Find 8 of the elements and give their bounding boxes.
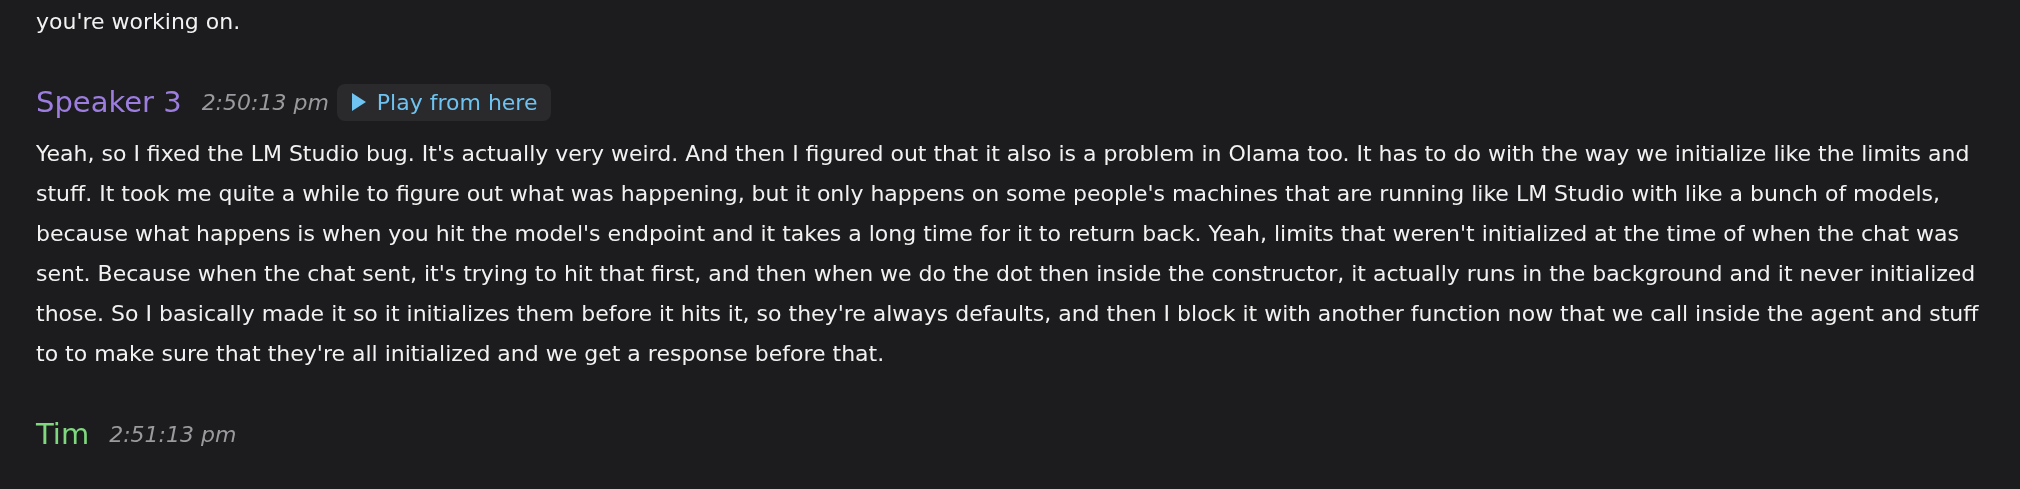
transcript-text: Yeah, so I fixed the LM Studio bug. It's actually very weird. And then I figured out that it also is a problem in Olama too. It has to do with the way we initialize like the limits and stuff. It took me quite a while to figure out what was happening, but it only happens on some people's machines that are running like LM Studio with like a bunch of models, because what happens is when you hit the model's endpoint and it takes a long time for it to return back. Yeah, limits that weren't initialized at the time of when the chat was sent. Because when the chat sent, it's trying to hit that first, and then when we do the dot then inside the constructor, it actually runs in the background and it never initialized those. So I basically made it so it initializes them before it hits it, so they're always defaults, and then I block it with another function now that we call inside the agent and stuff to to make sure that they're all initialized and we get a response before that.	[36, 140, 1980, 368]
timestamp: 2:51:13 pm	[109, 421, 237, 447]
speaker-name: Speaker 3	[36, 85, 182, 119]
play-from-here-button[interactable]: Play from here	[336, 83, 552, 121]
transcript-text: you're working on.	[36, 8, 242, 36]
play-icon	[350, 92, 367, 112]
speaker-name: Tim	[36, 417, 90, 451]
timestamp: 2:50:13 pm	[201, 89, 329, 115]
